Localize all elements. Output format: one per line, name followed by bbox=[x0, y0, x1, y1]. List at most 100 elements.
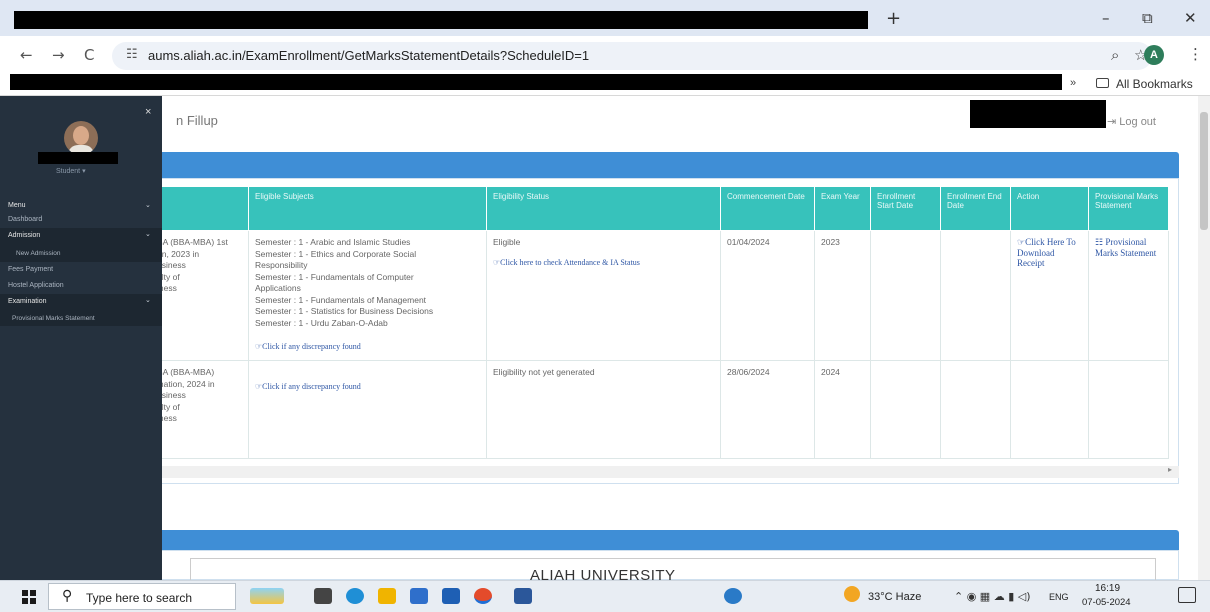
clock-time[interactable]: 16:19 bbox=[1095, 583, 1120, 594]
all-bookmarks-button[interactable]: All Bookmarks bbox=[1116, 77, 1193, 91]
word-icon[interactable] bbox=[514, 588, 532, 604]
avatar bbox=[64, 121, 98, 155]
course-line: ination, 2024 in bbox=[157, 378, 215, 389]
sidebar-item-provisional-marks[interactable]: Provisional Marks Statement bbox=[12, 315, 95, 322]
subjects-cell: Semester : 1 - Arabic and Islamic Studie… bbox=[248, 230, 487, 361]
back-button[interactable]: ← bbox=[20, 46, 33, 64]
close-window-button[interactable]: ✕ bbox=[1184, 9, 1197, 27]
sidebar-item-fees-payment[interactable]: Fees Payment bbox=[8, 266, 53, 273]
chevron-down-icon: ⌄ bbox=[145, 202, 151, 209]
sidebar-item-admission[interactable]: Admission bbox=[8, 232, 40, 239]
file-explorer-icon[interactable] bbox=[378, 588, 396, 604]
system-tray-icons[interactable]: ⌃ ◉ ▦ ☁ ▮ ◁) bbox=[954, 590, 1031, 603]
exam-year-cell: 2024 bbox=[814, 360, 871, 459]
folder-icon bbox=[1096, 78, 1109, 88]
status-text: Eligible bbox=[493, 237, 521, 247]
commencement-cell: 28/06/2024 bbox=[720, 360, 815, 459]
download-receipt-link[interactable]: ☞Click Here To Download Receipt bbox=[1017, 237, 1082, 269]
attendance-status-link[interactable]: ☞Click here to check Attendance & IA Sta… bbox=[493, 257, 714, 269]
news-widget-icon[interactable] bbox=[250, 588, 284, 604]
table-row: BA (BBA-MBA) ination, 2024 in usiness ul… bbox=[150, 360, 1169, 459]
course-line: ulty of bbox=[157, 271, 180, 282]
table-row: BA (BBA-MBA) 1st on, 2023 in usiness ult… bbox=[150, 230, 1169, 361]
redacted-student-name bbox=[38, 152, 118, 164]
subject-line: Semester : 1 - Fundamentals of Managemen… bbox=[255, 294, 427, 305]
role-dropdown[interactable]: Student ▾ bbox=[56, 167, 86, 175]
weather-text[interactable]: 33°C Haze bbox=[868, 591, 921, 603]
subject-line: Semester : 1 - Urdu Zaban-O-Adab bbox=[255, 317, 388, 328]
chrome-browser-icon[interactable] bbox=[474, 588, 492, 604]
discrepancy-link[interactable]: ☞Click if any discrepancy found bbox=[255, 381, 480, 393]
chevron-down-icon: ⌄ bbox=[145, 231, 151, 238]
enroll-end-cell bbox=[940, 360, 1011, 459]
status-cell: Eligibility not yet generated bbox=[486, 360, 721, 459]
status-cell: Eligible ☞Click here to check Attendance… bbox=[486, 230, 721, 361]
scroll-right-arrow-icon[interactable]: ▸ bbox=[1168, 465, 1172, 474]
subject-line: Semester : 1 - Arabic and Islamic Studie… bbox=[255, 237, 411, 247]
provisional-cell bbox=[1088, 360, 1169, 459]
url-text[interactable]: aums.aliah.ac.in/ExamEnrollment/GetMarks… bbox=[148, 48, 589, 63]
sidebar-item-new-admission[interactable]: New Admission bbox=[16, 250, 60, 257]
chevron-down-icon: ⌄ bbox=[145, 297, 151, 304]
avatar-face bbox=[73, 126, 89, 145]
reload-button[interactable]: C bbox=[84, 46, 94, 64]
sidebar-item-dashboard[interactable]: Dashboard bbox=[8, 216, 42, 223]
course-cell: BA (BBA-MBA) 1st on, 2023 in usiness ult… bbox=[150, 230, 249, 361]
course-line: usiness bbox=[157, 390, 186, 400]
course-line: iness bbox=[157, 413, 177, 423]
sidebar-item-examination[interactable]: Examination bbox=[8, 298, 47, 305]
app-icon[interactable] bbox=[724, 588, 742, 604]
taskbar-search-placeholder[interactable]: Type here to search bbox=[86, 591, 192, 605]
table-header-row: Eligible Subjects Eligibility Status Com… bbox=[150, 186, 1169, 231]
col-header-provisional: Provisional Marks Statement bbox=[1088, 186, 1169, 231]
col-header-enroll-start: Enrollment Start Date bbox=[870, 186, 941, 231]
table-horizontal-scrollbar[interactable] bbox=[150, 466, 1179, 478]
col-header-action: Action bbox=[1010, 186, 1089, 231]
enroll-end-cell bbox=[940, 230, 1011, 361]
profile-avatar[interactable]: A bbox=[1144, 45, 1164, 65]
course-line: BA (BBA-MBA) bbox=[157, 367, 215, 377]
weather-icon[interactable] bbox=[844, 586, 860, 602]
clock-date[interactable]: 07-05-2024 bbox=[1082, 597, 1131, 608]
subject-line: Semester : 1 - Ethics and Corporate Soci… bbox=[255, 248, 417, 259]
notification-icon[interactable] bbox=[1178, 587, 1196, 603]
minimize-button[interactable]: – bbox=[1102, 9, 1110, 27]
enroll-start-cell bbox=[870, 230, 941, 361]
site-settings-icon[interactable]: ☷ bbox=[126, 47, 138, 62]
subject-line: Applications bbox=[255, 283, 301, 293]
course-cell: BA (BBA-MBA) ination, 2024 in usiness ul… bbox=[150, 360, 249, 459]
windows-start-icon[interactable] bbox=[22, 590, 36, 604]
more-bookmarks-button[interactable]: » bbox=[1070, 77, 1076, 89]
col-header-course bbox=[150, 186, 249, 231]
course-line: on, 2023 in bbox=[157, 248, 200, 259]
provisional-marks-link[interactable]: ☷ Provisional Marks Statement bbox=[1095, 237, 1162, 258]
course-line: iness bbox=[157, 283, 177, 293]
panel-header bbox=[150, 152, 1179, 178]
course-line: usiness bbox=[157, 260, 186, 270]
language-indicator[interactable]: ENG bbox=[1049, 592, 1069, 602]
col-header-subjects: Eligible Subjects bbox=[248, 186, 487, 231]
zoom-icon[interactable]: ⌕ bbox=[1111, 46, 1119, 64]
exam-year-cell: 2023 bbox=[814, 230, 871, 361]
browser-menu-icon[interactable]: ⋮ bbox=[1188, 45, 1203, 63]
subject-line: Responsibility bbox=[255, 260, 308, 270]
page-scrollbar-thumb[interactable] bbox=[1200, 112, 1208, 230]
second-panel-header bbox=[150, 530, 1179, 550]
course-line: ulty of bbox=[157, 401, 180, 412]
logout-label: Log out bbox=[1119, 116, 1156, 128]
store-icon[interactable] bbox=[410, 588, 428, 604]
sidebar-close-icon[interactable]: × bbox=[145, 106, 151, 118]
sidebar-item-hostel-application[interactable]: Hostel Application bbox=[8, 282, 64, 289]
col-header-exam-year: Exam Year bbox=[814, 186, 871, 231]
forward-button[interactable]: → bbox=[52, 46, 65, 64]
col-header-enroll-end: Enrollment End Date bbox=[940, 186, 1011, 231]
commencement-cell: 01/04/2024 bbox=[720, 230, 815, 361]
mail-icon[interactable] bbox=[442, 588, 460, 604]
restore-button[interactable]: ⧉ bbox=[1142, 9, 1153, 27]
page-title: n Fillup bbox=[176, 113, 218, 128]
discrepancy-link[interactable]: ☞Click if any discrepancy found bbox=[255, 341, 480, 353]
task-view-icon[interactable] bbox=[314, 588, 332, 604]
new-tab-button[interactable]: + bbox=[886, 8, 901, 29]
logout-link[interactable]: ⇥ Log out bbox=[1107, 115, 1156, 128]
edge-browser-icon[interactable] bbox=[346, 588, 364, 604]
